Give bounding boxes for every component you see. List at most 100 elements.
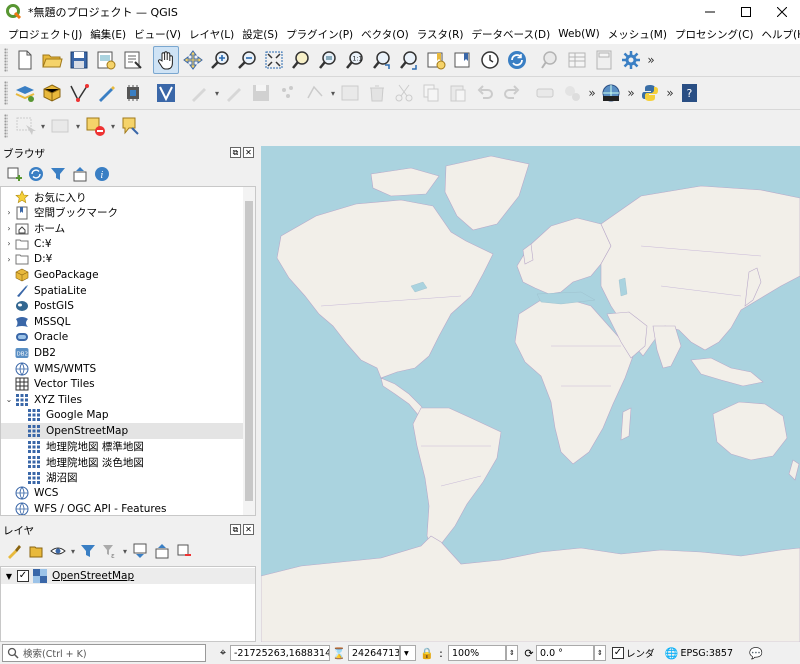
- zoom-to-selection-button[interactable]: [288, 46, 314, 74]
- show-map-tips-button[interactable]: [117, 112, 143, 140]
- new-project-button[interactable]: [12, 46, 38, 74]
- open-project-button[interactable]: [39, 46, 65, 74]
- filter-by-expression-button[interactable]: ε: [99, 540, 121, 562]
- menu-database[interactable]: データベース(D): [467, 27, 554, 42]
- menu-layer[interactable]: レイヤ(L): [185, 27, 238, 42]
- scale-field[interactable]: 242647136: [348, 645, 400, 661]
- select-value-dropdown-icon[interactable]: ▾: [74, 112, 82, 140]
- scrollbar-thumb[interactable]: [245, 201, 253, 501]
- redo-button[interactable]: [499, 79, 525, 107]
- new-memory-layer-button[interactable]: [120, 79, 146, 107]
- close-panel-button[interactable]: ✕: [243, 147, 254, 158]
- layout-manager-button[interactable]: [120, 46, 146, 74]
- browser-item[interactable]: › C:¥: [1, 236, 245, 252]
- float-panel-button[interactable]: ⧉: [230, 524, 241, 535]
- expression-dropdown-icon[interactable]: ▾: [121, 537, 129, 565]
- add-feature-button[interactable]: [275, 79, 301, 107]
- render-checkbox[interactable]: ✓: [612, 647, 624, 659]
- browser-item[interactable]: DB2 DB2: [1, 345, 245, 361]
- toolbar-overflow-icon[interactable]: »: [586, 86, 598, 100]
- show-bookmarks-button[interactable]: [450, 46, 476, 74]
- digitize-button[interactable]: [66, 79, 92, 107]
- crs-label[interactable]: EPSG:3857: [681, 648, 734, 659]
- messages-icon[interactable]: 💬: [749, 646, 763, 660]
- browser-item[interactable]: 地理院地図 標準地図: [1, 439, 245, 455]
- refresh-browser-button[interactable]: [25, 163, 47, 185]
- zoom-out-button[interactable]: [234, 46, 260, 74]
- new-print-layout-button[interactable]: [93, 46, 119, 74]
- close-panel-button[interactable]: ✕: [243, 524, 254, 535]
- visibility-dropdown-icon[interactable]: ▾: [69, 537, 77, 565]
- diagram-tool-button[interactable]: [559, 79, 585, 107]
- editing-dropdown-icon[interactable]: ▾: [213, 79, 221, 107]
- vertex-dropdown-icon[interactable]: ▾: [329, 79, 337, 107]
- browser-item[interactable]: 地理院地図 淡色地図: [1, 454, 245, 470]
- collapse-all-button[interactable]: [69, 163, 91, 185]
- maximize-button[interactable]: [728, 0, 764, 24]
- vertex-tool-button[interactable]: [302, 79, 328, 107]
- browser-item[interactable]: › D:¥: [1, 251, 245, 267]
- add-selected-layers-button[interactable]: [3, 163, 25, 185]
- toggle-editing-button[interactable]: [186, 79, 212, 107]
- temporal-controller-button[interactable]: [477, 46, 503, 74]
- cut-features-button[interactable]: [391, 79, 417, 107]
- menu-edit[interactable]: 編集(E): [86, 27, 130, 42]
- pan-to-selection-button[interactable]: [180, 46, 206, 74]
- save-edits-button[interactable]: [248, 79, 274, 107]
- label-tool-button[interactable]: [532, 79, 558, 107]
- browser-item[interactable]: SpatiaLite: [1, 283, 245, 299]
- minimize-button[interactable]: [692, 0, 728, 24]
- toolbar-overflow-icon[interactable]: »: [664, 86, 676, 100]
- expand-arrow-icon[interactable]: ›: [3, 255, 15, 264]
- rotation-field[interactable]: 0.0 °: [536, 645, 594, 661]
- scale-dropdown-icon[interactable]: ▾: [400, 645, 416, 661]
- browser-item[interactable]: GeoPackage: [1, 267, 245, 283]
- browser-item[interactable]: Vector Tiles: [1, 376, 245, 392]
- properties-info-button[interactable]: i: [91, 163, 113, 185]
- new-geopackage-layer-button[interactable]: [39, 79, 65, 107]
- toolbar-overflow-icon[interactable]: »: [625, 86, 637, 100]
- browser-item[interactable]: ⌄ XYZ Tiles: [1, 392, 245, 408]
- attribute-table-button[interactable]: [564, 46, 590, 74]
- browser-item[interactable]: Oracle: [1, 329, 245, 345]
- magnifier-spinner-icon[interactable]: ⇕: [506, 645, 518, 661]
- zoom-in-button[interactable]: [207, 46, 233, 74]
- new-temporary-layer-button[interactable]: [93, 79, 119, 107]
- expand-arrow-icon[interactable]: ⌄: [3, 395, 15, 404]
- data-source-manager-button[interactable]: [12, 79, 38, 107]
- copy-features-button[interactable]: [418, 79, 444, 107]
- layer-row[interactable]: ▼ ✓ OpenStreetMap: [1, 568, 255, 584]
- menu-vector[interactable]: ベクタ(O): [357, 27, 413, 42]
- toolbar-overflow-icon[interactable]: »: [645, 53, 657, 67]
- browser-item[interactable]: 湖沼図: [1, 470, 245, 486]
- modify-attributes-button[interactable]: [337, 79, 363, 107]
- filter-browser-button[interactable]: [47, 163, 69, 185]
- filter-legend-button[interactable]: [77, 540, 99, 562]
- layer-visibility-checkbox[interactable]: ✓: [17, 570, 29, 582]
- expand-all-button[interactable]: [129, 540, 151, 562]
- python-console-button[interactable]: [637, 79, 663, 107]
- browser-item[interactable]: › ホーム: [1, 220, 245, 236]
- pan-map-button[interactable]: [153, 46, 179, 74]
- paste-features-button[interactable]: [445, 79, 471, 107]
- plugin-manager-button[interactable]: [598, 79, 624, 107]
- undo-button[interactable]: [472, 79, 498, 107]
- crs-globe-icon[interactable]: 🌐: [665, 646, 679, 660]
- menu-plugins[interactable]: プラグイン(P): [282, 27, 357, 42]
- new-bookmark-button[interactable]: [423, 46, 449, 74]
- menu-raster[interactable]: ラスタ(R): [413, 27, 468, 42]
- browser-item[interactable]: PostGIS: [1, 298, 245, 314]
- browser-item[interactable]: OpenStreetMap: [1, 423, 245, 439]
- select-dropdown-icon[interactable]: ▾: [39, 112, 47, 140]
- collapse-all-layers-button[interactable]: [151, 540, 173, 562]
- manage-visibility-button[interactable]: [47, 540, 69, 562]
- rotation-spinner-icon[interactable]: ⇕: [594, 645, 606, 661]
- lock-scale-icon[interactable]: 🔒: [420, 646, 434, 660]
- browser-item[interactable]: MSSQL: [1, 314, 245, 330]
- magnifier-field[interactable]: 100%: [448, 645, 506, 661]
- style-panel-button[interactable]: [3, 540, 25, 562]
- toolbar-grip[interactable]: [4, 81, 8, 105]
- menu-view[interactable]: ビュー(V): [130, 27, 185, 42]
- remove-layer-button[interactable]: [173, 540, 195, 562]
- menu-web[interactable]: Web(W): [554, 28, 603, 40]
